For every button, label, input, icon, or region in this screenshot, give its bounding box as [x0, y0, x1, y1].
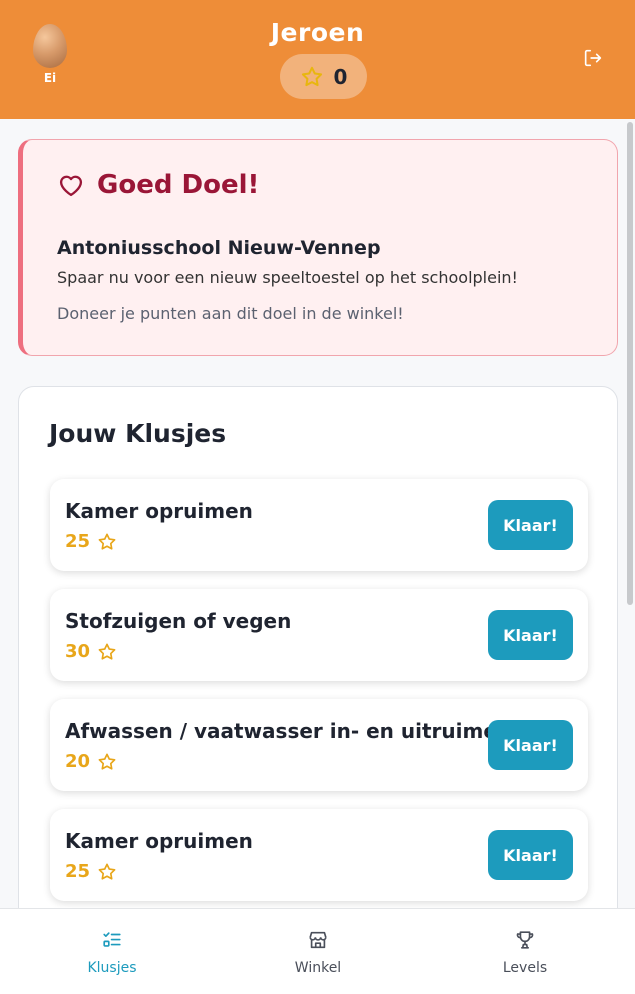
bottom-nav: Klusjes Winkel Levels: [0, 908, 635, 994]
chore-item: Stofzuigen of vegen 30 Klaar!: [50, 589, 588, 681]
chore-item: Kamer opruimen 25 Klaar!: [50, 479, 588, 571]
charity-heading: Goed Doel!: [57, 170, 259, 200]
nav-item-levels[interactable]: Levels: [465, 929, 585, 976]
chore-item: Afwassen / vaatwasser in- en uitruimen 2…: [50, 699, 588, 791]
chores-title: Jouw Klusjes: [49, 419, 227, 448]
avatar-label: Ei: [43, 71, 57, 85]
chore-name: Kamer opruimen: [65, 829, 253, 853]
chore-points-value: 25: [65, 531, 91, 552]
charity-description: Spaar nu voor een nieuw speeltoestel op …: [57, 268, 518, 287]
chore-points: 30: [65, 641, 117, 662]
chore-points: 25: [65, 861, 117, 882]
nav-item-klusjes[interactable]: Klusjes: [52, 929, 172, 976]
trophy-icon: [516, 931, 534, 949]
charity-note: Doneer je punten aan dit doel in de wink…: [57, 304, 404, 323]
nav-item-winkel[interactable]: Winkel: [258, 929, 378, 976]
nav-label: Klusjes: [87, 960, 137, 976]
app-header: Ei Jeroen 0: [0, 0, 635, 119]
chore-points-value: 20: [65, 751, 91, 772]
scrollbar-thumb[interactable]: [627, 122, 633, 605]
charity-title: Goed Doel!: [97, 170, 260, 200]
chore-points-value: 30: [65, 641, 91, 662]
nav-label: Levels: [502, 960, 548, 976]
chore-points: 20: [65, 751, 117, 772]
star-icon: [98, 753, 116, 770]
chores-panel: Jouw Klusjes Kamer opruimen 25 Klaar! St…: [18, 386, 618, 946]
chore-points-value: 25: [65, 861, 91, 882]
charity-name: Antoniusschool Nieuw-Vennep: [57, 237, 381, 259]
store-icon: [309, 931, 327, 949]
chore-name: Stofzuigen of vegen: [65, 609, 292, 633]
list-check-icon: [103, 932, 121, 947]
done-button[interactable]: Klaar!: [488, 500, 573, 550]
done-button[interactable]: Klaar!: [488, 720, 573, 770]
points-badge: 0: [280, 54, 367, 99]
chore-name: Kamer opruimen: [65, 499, 253, 523]
star-icon: [98, 533, 116, 550]
chore-item: Kamer opruimen 25 Klaar!: [50, 809, 588, 901]
heart-icon: [59, 175, 83, 197]
star-icon: [98, 643, 116, 660]
chore-points: 25: [65, 531, 117, 552]
user-name: Jeroen: [270, 18, 365, 47]
star-icon: [301, 66, 322, 86]
done-button[interactable]: Klaar!: [488, 830, 573, 880]
nav-label: Winkel: [294, 960, 342, 976]
chore-name: Afwassen / vaatwasser in- en uitruimen: [65, 719, 512, 743]
points-value: 0: [333, 64, 348, 89]
done-button[interactable]: Klaar!: [488, 610, 573, 660]
star-icon: [98, 863, 116, 880]
charity-card: Goed Doel! Antoniusschool Nieuw-Vennep S…: [18, 139, 618, 356]
logout-icon[interactable]: [582, 47, 604, 69]
